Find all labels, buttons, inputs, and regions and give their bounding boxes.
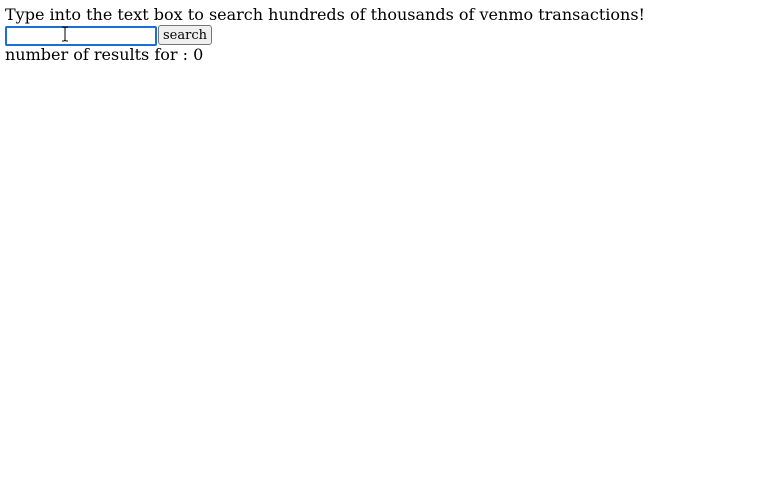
intro-text: Type into the text box to search hundred… — [5, 5, 645, 24]
results-count: 0 — [193, 45, 204, 64]
results-prefix: number of results for — [5, 45, 183, 64]
search-input-wrapper — [5, 25, 157, 46]
search-form: search — [5, 25, 765, 46]
results-separator: : — [182, 45, 194, 64]
search-input[interactable] — [5, 25, 157, 46]
search-button[interactable]: search — [158, 25, 212, 45]
page-content: Type into the text box to search hundred… — [5, 6, 765, 64]
results-summary: number of results for : 0 — [5, 46, 765, 64]
